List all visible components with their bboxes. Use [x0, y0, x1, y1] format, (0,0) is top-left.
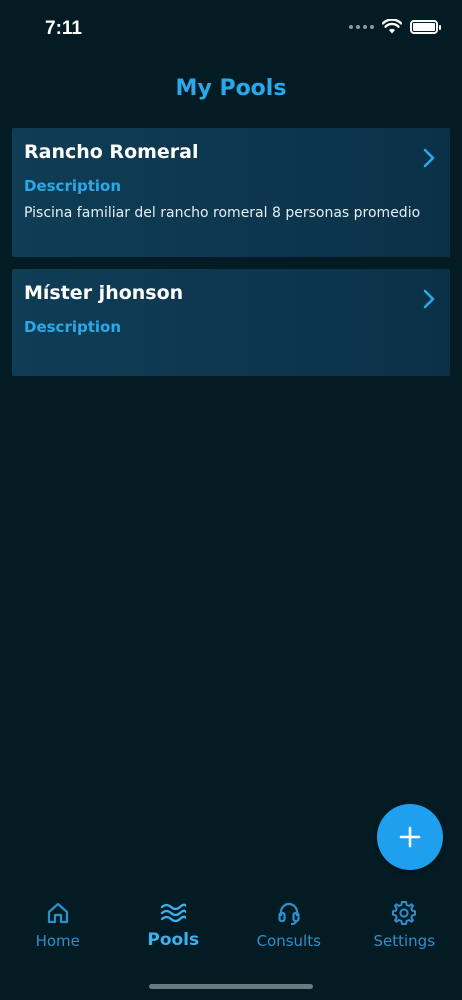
plus-icon — [399, 826, 421, 848]
tab-label: Consults — [256, 932, 321, 950]
tab-label: Home — [35, 932, 80, 950]
add-pool-button[interactable] — [377, 804, 443, 870]
chevron-right-icon[interactable] — [422, 148, 436, 168]
description-label: Description — [24, 318, 122, 336]
home-indicator — [149, 984, 313, 989]
pool-list: Rancho Romeral Description Piscina famil… — [12, 128, 450, 388]
tab-label: Pools — [147, 930, 200, 950]
waves-icon — [161, 903, 187, 923]
pool-card[interactable]: Rancho Romeral Description Piscina famil… — [12, 128, 450, 257]
gear-icon — [392, 901, 417, 925]
status-icons — [349, 19, 441, 34]
page-title: My Pools — [175, 76, 287, 101]
tab-consults[interactable]: Consults — [231, 886, 346, 1000]
description-text: Piscina familiar del rancho romeral 8 pe… — [24, 205, 421, 221]
tab-settings[interactable]: Settings — [347, 886, 462, 1000]
pool-name: Rancho Romeral — [24, 141, 199, 163]
signal-dots-icon — [349, 24, 374, 29]
tab-bar: Home Pools Consults Settings — [0, 886, 462, 1000]
status-time: 7:11 — [45, 18, 82, 39]
headset-icon — [278, 902, 300, 925]
description-label: Description — [24, 177, 122, 195]
tab-home[interactable]: Home — [0, 886, 115, 1000]
home-icon — [47, 902, 68, 924]
tab-label: Settings — [373, 932, 436, 950]
status-bar: 7:11 — [0, 0, 462, 58]
battery-icon — [410, 19, 441, 34]
pool-name: Míster jhonson — [24, 282, 184, 304]
wifi-icon — [382, 19, 402, 34]
chevron-right-icon[interactable] — [422, 289, 436, 309]
tab-pools[interactable]: Pools — [116, 886, 231, 1000]
pool-card[interactable]: Míster jhonson Description — [12, 269, 450, 376]
